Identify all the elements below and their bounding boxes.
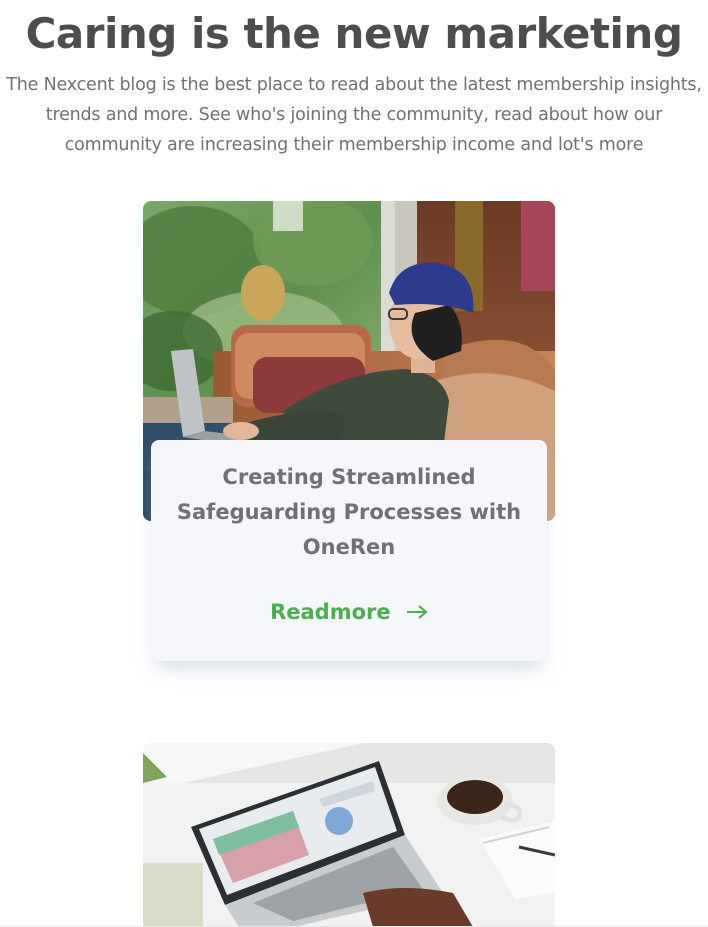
arrow-right-icon xyxy=(406,597,428,627)
blog-card-title[interactable]: Creating Streamlined Safeguarding Proces… xyxy=(151,460,547,565)
section-description: The Nexcent blog is the best place to re… xyxy=(6,75,702,155)
blog-section: Caring is the new marketing The Nexcent … xyxy=(0,0,708,927)
readmore-label: Readmore xyxy=(270,600,391,624)
section-title: Caring is the new marketing xyxy=(25,9,683,58)
blog-card-image[interactable] xyxy=(143,743,555,927)
photo-laptop-desk-coffee xyxy=(143,743,555,927)
readmore-link[interactable]: Readmore xyxy=(151,597,547,627)
blog-card: Creating Streamlined Safeguarding Proces… xyxy=(151,440,547,661)
